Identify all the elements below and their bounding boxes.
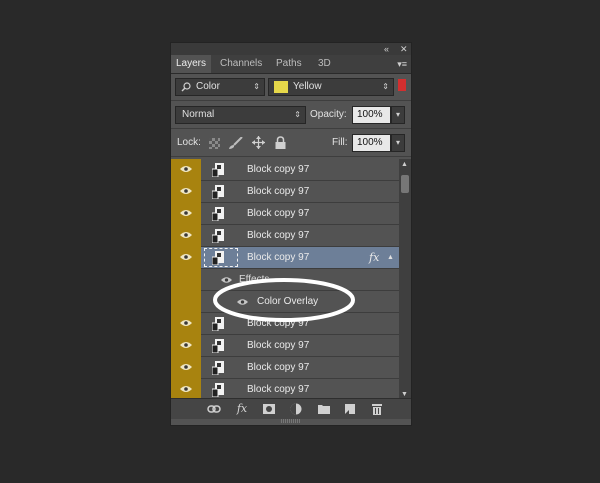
highlight-ellipse [213, 278, 355, 322]
fill-dropdown[interactable]: ▾ [391, 134, 405, 152]
fill-label: Fill: [332, 137, 348, 148]
tab-paths[interactable]: Paths [271, 55, 307, 73]
eye-visibility-icon[interactable] [180, 187, 192, 195]
search-icon [181, 82, 191, 92]
layers-scrollbar[interactable]: ▲ ▼ [399, 159, 411, 398]
scrollbar-thumb[interactable] [401, 175, 409, 193]
layer-row[interactable]: Block copy 97 [171, 181, 399, 203]
eye-visibility-icon[interactable] [180, 385, 192, 393]
smart-object-thumbnail-icon [212, 383, 224, 397]
lock-position-move-icon[interactable] [252, 136, 265, 149]
trash-icon[interactable] [370, 402, 384, 416]
collapse-arrow-icon[interactable]: ▲ [387, 247, 394, 269]
folder-icon[interactable] [317, 402, 331, 416]
layers-panel: « ✕ Layers Channels Paths 3D ▾≡ Color ⇕ … [170, 42, 412, 426]
fx-icon[interactable]: fx [235, 402, 249, 416]
smart-object-thumbnail-icon [212, 163, 224, 177]
layer-row[interactable]: Block copy 97 [171, 357, 399, 379]
layer-name[interactable]: Block copy 97 [247, 225, 309, 247]
panel-tabs: Layers Channels Paths 3D ▾≡ [171, 55, 411, 74]
smart-object-thumbnail-icon [212, 185, 224, 199]
opacity-label: Opacity: [310, 109, 347, 120]
panel-menu-icon[interactable]: ▾≡ [397, 55, 407, 73]
resize-grip[interactable] [281, 419, 301, 423]
updown-icon: ⇕ [382, 82, 389, 91]
close-icon[interactable]: ✕ [400, 43, 408, 55]
lock-all-padlock-icon[interactable] [275, 136, 286, 149]
layer-row[interactable]: Block copy 97 [171, 159, 399, 181]
smart-object-thumbnail-icon [212, 361, 224, 375]
filter-color-value: Yellow [293, 81, 322, 92]
tab-layers[interactable]: Layers [171, 55, 212, 73]
blend-mode-select[interactable]: Normal ⇕ [175, 106, 306, 124]
layer-row[interactable]: Block copy 97 [171, 225, 399, 247]
lock-label: Lock: [177, 137, 201, 148]
layer-row-selected[interactable]: Block copy 97 fx ▲ [171, 247, 399, 269]
layer-row[interactable]: Block copy 97 [171, 203, 399, 225]
link-icon[interactable] [207, 402, 221, 416]
fx-indicator[interactable]: fx [369, 247, 379, 269]
panel-titlebar: « ✕ [171, 43, 411, 55]
divider [171, 156, 411, 157]
panel-footer: fx [171, 398, 411, 419]
tab-3d[interactable]: 3D [313, 55, 336, 73]
collapse-icon[interactable]: « [384, 43, 389, 55]
filter-toggle-switch[interactable] [398, 79, 406, 91]
smart-object-thumbnail-icon [212, 207, 224, 221]
layer-row[interactable]: Block copy 97 [171, 335, 399, 357]
eye-visibility-icon[interactable] [180, 165, 192, 173]
eye-visibility-icon[interactable] [180, 341, 192, 349]
layer-name[interactable]: Block copy 97 [247, 357, 309, 379]
layer-row[interactable]: Block copy 97 [171, 379, 399, 398]
color-swatch [274, 81, 288, 93]
layer-name[interactable]: Block copy 97 [247, 247, 309, 269]
new-layer-icon[interactable] [343, 402, 357, 416]
divider [171, 128, 411, 129]
eye-visibility-icon[interactable] [180, 231, 192, 239]
opacity-input[interactable]: 100% [352, 106, 391, 124]
updown-icon: ⇕ [294, 110, 301, 119]
smart-object-thumbnail-icon [212, 251, 224, 265]
smart-object-thumbnail-icon [212, 229, 224, 243]
layer-name[interactable]: Block copy 97 [247, 203, 309, 225]
divider [171, 100, 411, 101]
eye-visibility-icon[interactable] [180, 209, 192, 217]
blend-mode-value: Normal [182, 109, 215, 120]
tab-channels[interactable]: Channels [215, 55, 267, 73]
layer-name[interactable]: Block copy 97 [247, 335, 309, 357]
lock-pixels-brush-icon[interactable] [229, 137, 243, 149]
filter-kind-select[interactable]: Color ⇕ [175, 78, 265, 96]
filter-kind-value: Color [196, 81, 220, 92]
eye-visibility-icon[interactable] [180, 319, 192, 327]
opacity-dropdown[interactable]: ▾ [391, 106, 405, 124]
scroll-down-arrow-icon[interactable]: ▼ [401, 391, 408, 398]
layer-name[interactable]: Block copy 97 [247, 181, 309, 203]
filter-color-select[interactable]: Yellow ⇕ [268, 78, 394, 96]
mask-icon[interactable] [262, 402, 276, 416]
scroll-up-arrow-icon[interactable]: ▲ [401, 161, 408, 168]
layer-name[interactable]: Block copy 97 [247, 379, 309, 398]
updown-icon: ⇕ [253, 82, 260, 91]
adjustment-icon[interactable] [289, 402, 303, 416]
smart-object-thumbnail-icon [212, 339, 224, 353]
fill-input[interactable]: 100% [352, 134, 391, 152]
lock-transparent-icon[interactable] [209, 138, 220, 149]
layer-name[interactable]: Block copy 97 [247, 159, 309, 181]
eye-visibility-icon[interactable] [180, 253, 192, 261]
eye-visibility-icon[interactable] [180, 363, 192, 371]
